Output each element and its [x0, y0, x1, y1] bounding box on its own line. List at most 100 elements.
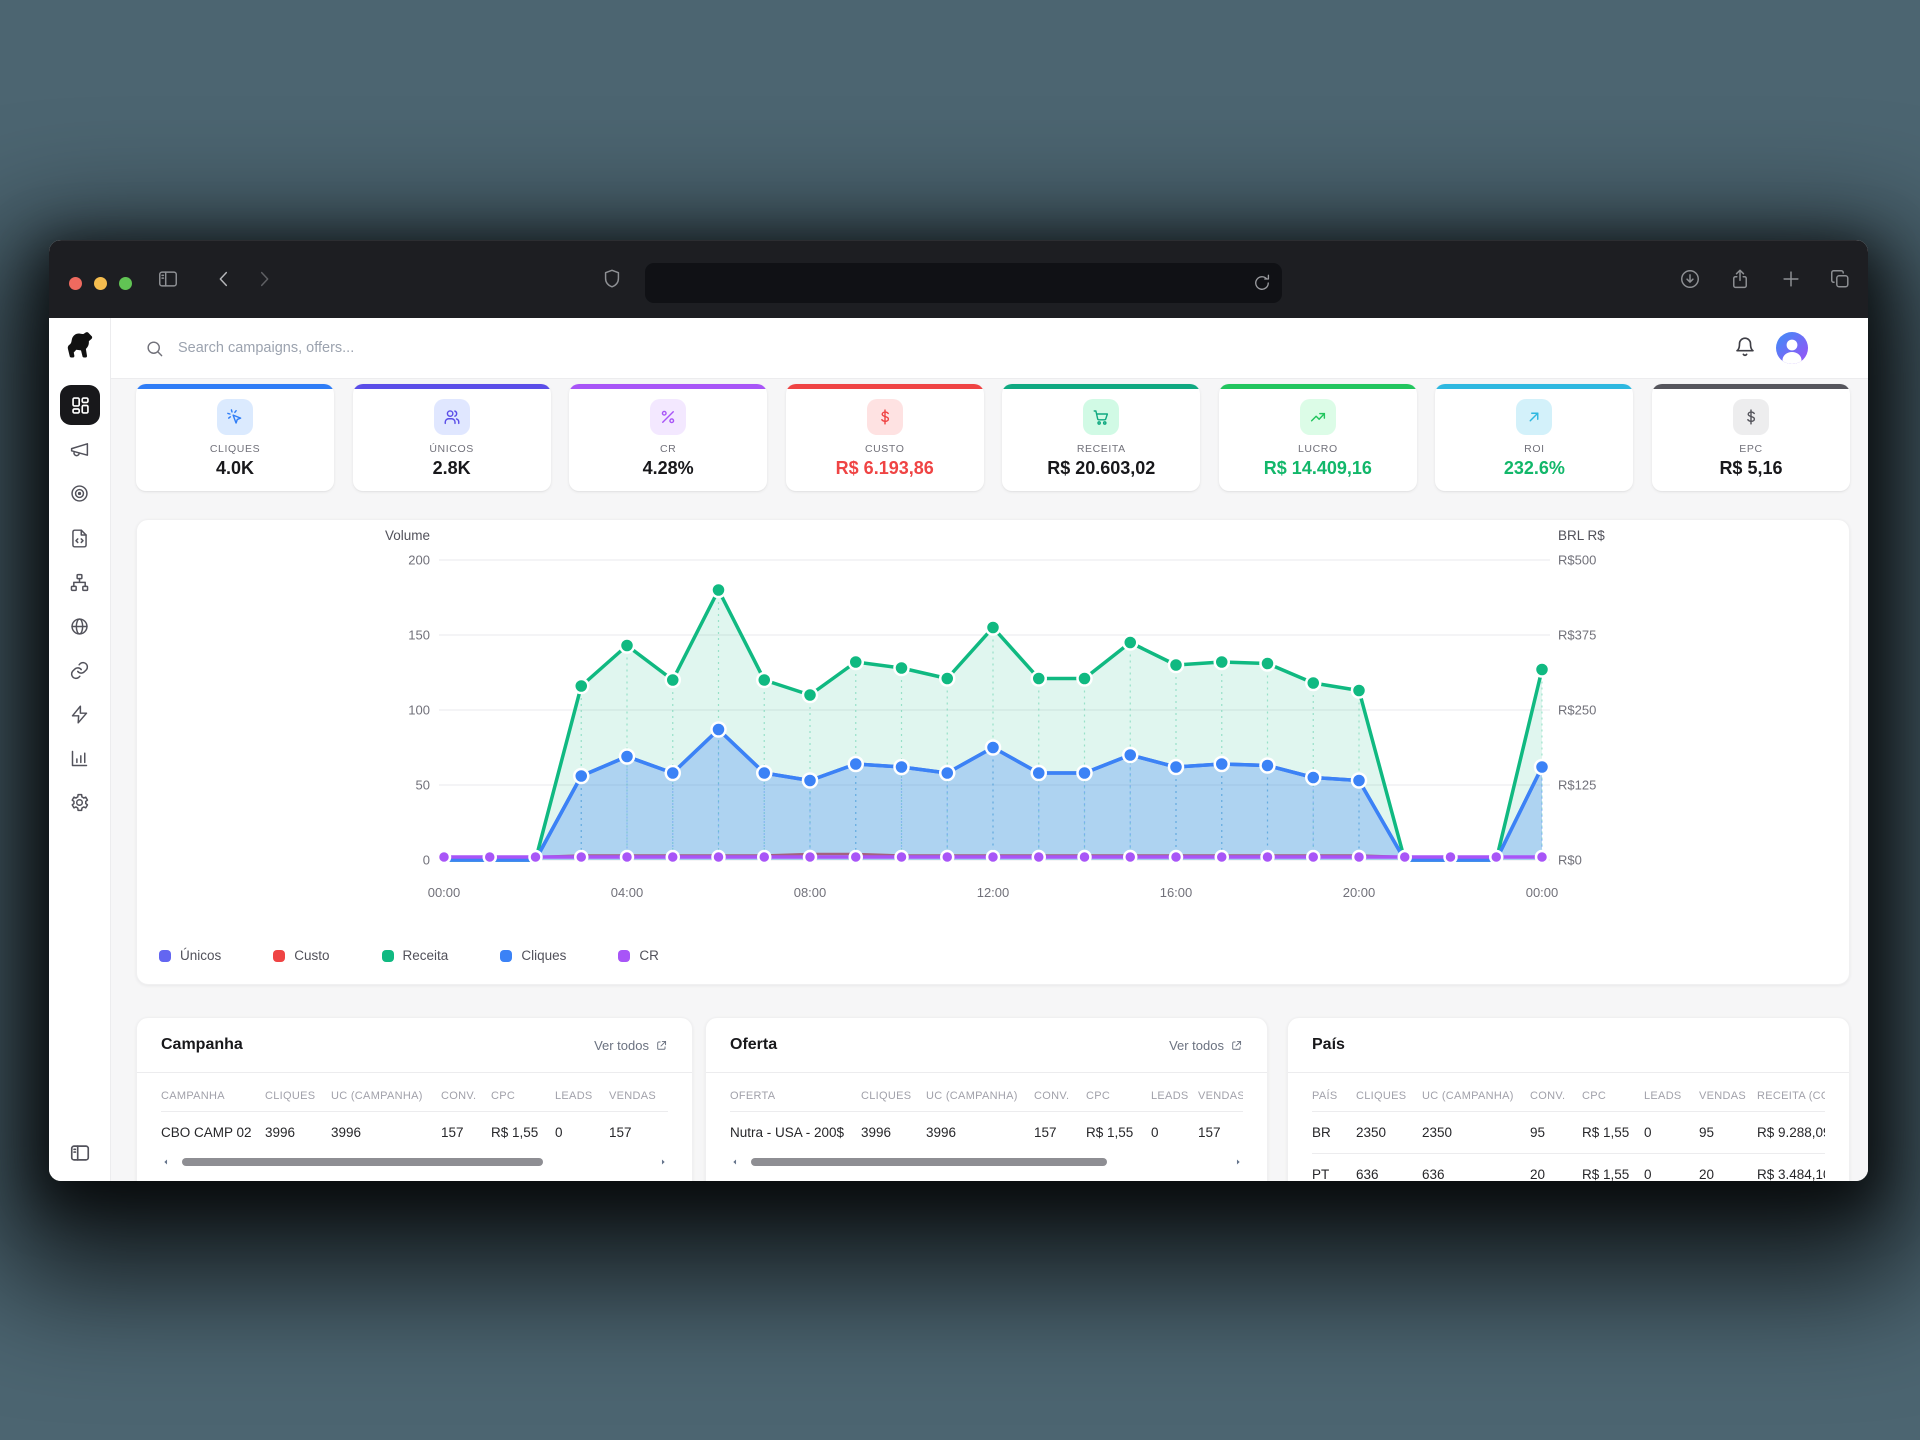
- sidebar-toggle-icon[interactable]: [157, 268, 179, 290]
- column-header: UC (CAMPANHA): [331, 1073, 441, 1112]
- table-cell: R$ 9.288,09: [1757, 1112, 1825, 1154]
- kpi-card-cr: CR 4.28%: [569, 384, 767, 491]
- ver-todos-label: Ver todos: [594, 1038, 649, 1053]
- sidebar-item-flows[interactable]: [49, 562, 110, 602]
- table-cell: 20: [1530, 1154, 1582, 1182]
- sidebar-item-settings[interactable]: [49, 782, 110, 822]
- kpi-card--nicos: ÚNICOS2.8K: [353, 384, 551, 491]
- scroll-left-icon[interactable]: [161, 1157, 171, 1167]
- legend-label: Cliques: [521, 948, 566, 963]
- kpi-accent-bar: [786, 384, 984, 389]
- traffic-light-maximize[interactable]: [119, 277, 132, 290]
- cart-icon: [1083, 399, 1119, 435]
- legend-item-nicos[interactable]: Únicos: [159, 948, 221, 963]
- column-header: CONV.: [441, 1073, 491, 1112]
- table-cell: R$ 1,55: [491, 1112, 555, 1154]
- table-row[interactable]: Nutra - USA - 200$39963996157R$ 1,550157: [730, 1112, 1243, 1154]
- table-card-oferta: OfertaVer todosOFERTACLIQUESUC (CAMPANHA…: [705, 1017, 1268, 1181]
- kpi-value: 232.6%: [1435, 458, 1633, 479]
- kpi-label: CR: [569, 443, 767, 455]
- ver-todos-label: Ver todos: [1169, 1038, 1224, 1053]
- traffic-chart: 0R$050R$125100R$250150R$375200R$500Volum…: [137, 520, 1849, 920]
- download-icon[interactable]: [1679, 268, 1701, 290]
- table-cell: 636: [1422, 1154, 1530, 1182]
- sidebar-item-automation[interactable]: [49, 694, 110, 734]
- legend-item-custo[interactable]: Custo: [273, 948, 329, 963]
- scrollbar-thumb[interactable]: [182, 1158, 543, 1166]
- dollar-icon: [867, 399, 903, 435]
- search-input[interactable]: [176, 339, 600, 357]
- chart-legend: Únicos Custo Receita Cliques CR: [159, 948, 659, 963]
- sidebar-item-reports[interactable]: [49, 738, 110, 778]
- column-header: CLIQUES: [265, 1073, 331, 1112]
- legend-item-cliques[interactable]: Cliques: [500, 948, 566, 963]
- svg-text:16:00: 16:00: [1160, 885, 1193, 900]
- svg-text:04:00: 04:00: [611, 885, 644, 900]
- shield-icon[interactable]: [601, 268, 623, 290]
- svg-text:BRL R$: BRL R$: [1558, 528, 1605, 543]
- scrollbar-thumb[interactable]: [751, 1158, 1107, 1166]
- column-header: UC (CAMPANHA): [926, 1073, 1034, 1112]
- column-header: CLIQUES: [1356, 1073, 1422, 1112]
- legend-label: CR: [639, 948, 659, 963]
- horizontal-scrollbar[interactable]: [730, 1155, 1243, 1169]
- dollar-icon: [1733, 399, 1769, 435]
- legend-label: Únicos: [180, 948, 221, 963]
- traffic-light-close[interactable]: [69, 277, 82, 290]
- table-row[interactable]: BR2350235095R$ 1,55095R$ 9.288,09: [1312, 1112, 1825, 1154]
- kpi-label: ÚNICOS: [353, 443, 551, 455]
- column-header: CPC: [1086, 1073, 1151, 1112]
- legend-item-cr[interactable]: CR: [618, 948, 659, 963]
- back-icon[interactable]: [213, 268, 235, 290]
- kpi-value: 4.0K: [136, 458, 334, 479]
- kpi-card-epc: EPCR$ 5,16: [1652, 384, 1850, 491]
- sidebar-item-offers[interactable]: [49, 473, 110, 513]
- table-row[interactable]: CBO CAMP 0239963996157R$ 1,550157R: [161, 1112, 668, 1154]
- sidebar-collapse-button[interactable]: [49, 1135, 110, 1171]
- kpi-value: 4.28%: [569, 458, 767, 479]
- table-cell: 0: [555, 1112, 609, 1154]
- kpi-accent-bar: [1652, 384, 1850, 389]
- sidebar-item-landers[interactable]: [49, 518, 110, 558]
- address-bar[interactable]: [645, 263, 1282, 303]
- svg-text:R$125: R$125: [1558, 778, 1596, 793]
- column-header: LEADS: [1151, 1073, 1198, 1112]
- column-header: VENDAS: [609, 1073, 668, 1112]
- search-bar[interactable]: [145, 318, 600, 378]
- kpi-value: R$ 20.603,02: [1002, 458, 1200, 479]
- horizontal-scrollbar[interactable]: [161, 1155, 668, 1169]
- table-cell: 0: [1644, 1112, 1699, 1154]
- share-icon[interactable]: [1729, 268, 1751, 290]
- kpi-row: CLIQUES4.0KÚNICOS2.8KCR4.28%CUSTOR$ 6.19…: [136, 384, 1850, 491]
- legend-item-receita[interactable]: Receita: [382, 948, 449, 963]
- column-header: CPC: [1582, 1073, 1644, 1112]
- new-tab-icon[interactable]: [1780, 268, 1802, 290]
- sidebar-item-campaigns[interactable]: [49, 429, 110, 469]
- sidebar-item-domains[interactable]: [49, 606, 110, 646]
- table-title: Oferta: [730, 1036, 777, 1054]
- sidebar-item-dashboard[interactable]: [60, 385, 100, 425]
- ver-todos-link[interactable]: Ver todos: [594, 1038, 668, 1053]
- table-cell: 3996: [331, 1112, 441, 1154]
- traffic-light-minimize[interactable]: [94, 277, 107, 290]
- scroll-right-icon[interactable]: [658, 1157, 668, 1167]
- tab-overview-icon[interactable]: [1829, 268, 1851, 290]
- table-row[interactable]: PT63663620R$ 1,55020R$ 3.484,10: [1312, 1154, 1825, 1182]
- table-cell: 3996: [861, 1112, 926, 1154]
- table-cell: 636: [1356, 1154, 1422, 1182]
- kpi-label: ROI: [1435, 443, 1633, 455]
- kpi-value: R$ 6.193,86: [786, 458, 984, 479]
- forward-icon[interactable]: [253, 268, 275, 290]
- table-cell: PT: [1312, 1154, 1356, 1182]
- reload-icon[interactable]: [1252, 273, 1272, 293]
- external-link-icon: [1230, 1039, 1243, 1052]
- table-title: País: [1312, 1036, 1345, 1054]
- scroll-right-icon[interactable]: [1233, 1157, 1243, 1167]
- user-avatar[interactable]: [1776, 332, 1808, 364]
- table-cell: R$ 1,55: [1582, 1154, 1644, 1182]
- trend-up-icon: [1300, 399, 1336, 435]
- ver-todos-link[interactable]: Ver todos: [1169, 1038, 1243, 1053]
- scroll-left-icon[interactable]: [730, 1157, 740, 1167]
- sidebar-item-links[interactable]: [49, 650, 110, 690]
- bell-icon[interactable]: [1734, 336, 1756, 358]
